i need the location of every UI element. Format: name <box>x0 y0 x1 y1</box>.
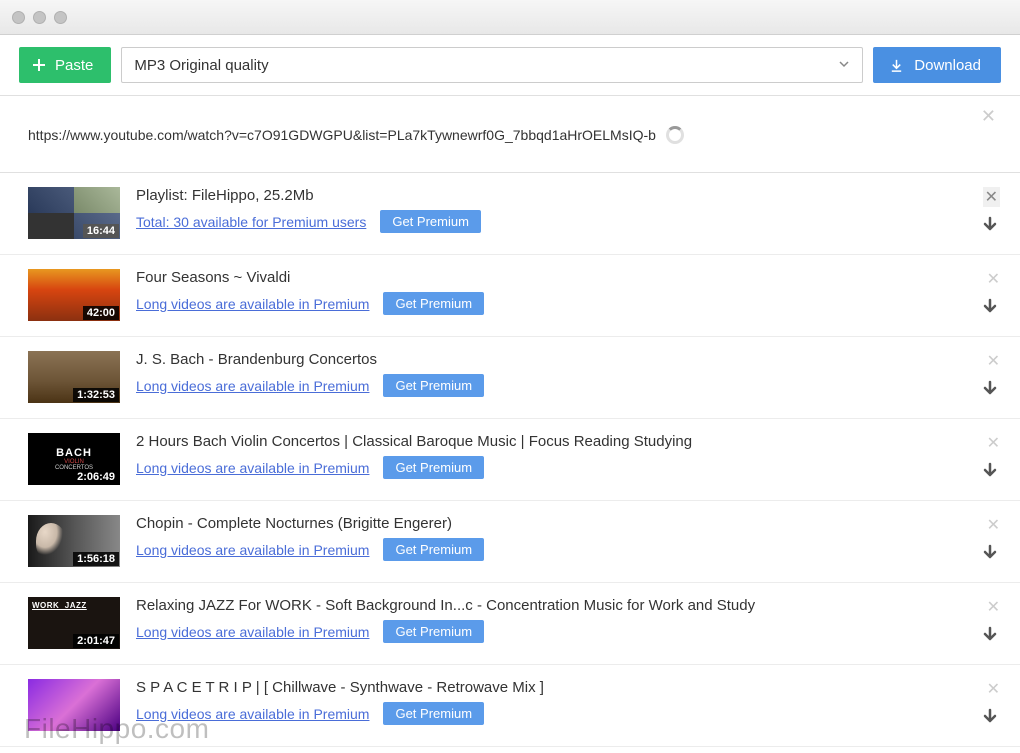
item-actions: ✕ <box>980 515 1000 568</box>
item-actions: ✕ <box>980 679 1000 732</box>
thumbnail-duration: 42:00 <box>83 306 119 320</box>
close-icon[interactable]: ✕ <box>987 269 1000 289</box>
item-actions: ✕ <box>980 433 1000 486</box>
url-close-icon[interactable]: ✕ <box>981 106 996 127</box>
list-item: WORK JAZZ 2:01:47 Relaxing JAZZ For WORK… <box>0 583 1020 665</box>
item-body: Relaxing JAZZ For WORK - Soft Background… <box>136 597 970 643</box>
item-title: 2 Hours Bach Violin Concertos | Classica… <box>136 433 970 450</box>
item-title: Four Seasons ~ Vivaldi <box>136 269 970 286</box>
premium-info-link[interactable]: Long videos are available in Premium <box>136 624 369 640</box>
item-download-icon[interactable] <box>980 297 1000 322</box>
thumbnail[interactable]: 1:32:53 <box>28 351 120 403</box>
thumbnail[interactable]: BACHVIOLINCONCERTOS 2:06:49 <box>28 433 120 485</box>
watermark-text: FileHippo.com <box>24 713 209 745</box>
loading-spinner-icon <box>666 126 684 144</box>
item-download-icon[interactable] <box>980 379 1000 404</box>
item-sub-row: Long videos are available in Premium Get… <box>136 702 970 725</box>
item-download-icon[interactable] <box>980 461 1000 486</box>
zoom-window-icon[interactable] <box>54 11 67 24</box>
close-icon[interactable]: ✕ <box>987 351 1000 371</box>
premium-info-link[interactable]: Long videos are available in Premium <box>136 296 369 312</box>
item-actions: ✕ <box>980 187 1000 240</box>
list-item: 1:32:53 J. S. Bach - Brandenburg Concert… <box>0 337 1020 419</box>
download-icon <box>889 58 904 73</box>
download-button[interactable]: Download <box>873 47 1001 83</box>
get-premium-button[interactable]: Get Premium <box>383 538 484 561</box>
close-icon[interactable]: ✕ <box>987 515 1000 535</box>
item-download-icon[interactable] <box>980 707 1000 732</box>
thumbnail-duration: 16:44 <box>83 224 119 238</box>
item-actions: ✕ <box>980 597 1000 650</box>
item-sub-row: Long videos are available in Premium Get… <box>136 538 970 561</box>
chevron-down-icon <box>838 57 850 74</box>
close-window-icon[interactable] <box>12 11 25 24</box>
quality-select[interactable]: MP3 Original quality <box>121 47 863 83</box>
item-body: Playlist: FileHippo, 25.2Mb Total: 30 av… <box>136 187 970 233</box>
close-icon[interactable]: ✕ <box>983 187 1000 207</box>
thumbnail-duration: 2:01:47 <box>73 634 119 648</box>
thumbnail[interactable]: 42:00 <box>28 269 120 321</box>
item-body: S P A C E T R I P | [ Chillwave - Synthw… <box>136 679 970 725</box>
item-sub-row: Total: 30 available for Premium users Ge… <box>136 210 970 233</box>
get-premium-button[interactable]: Get Premium <box>380 210 481 233</box>
item-download-icon[interactable] <box>980 215 1000 240</box>
item-sub-row: Long videos are available in Premium Get… <box>136 292 970 315</box>
item-body: Four Seasons ~ Vivaldi Long videos are a… <box>136 269 970 315</box>
premium-info-link[interactable]: Long videos are available in Premium <box>136 460 369 476</box>
get-premium-button[interactable]: Get Premium <box>383 292 484 315</box>
item-actions: ✕ <box>980 351 1000 404</box>
list-item: 1:56:18 Chopin - Complete Nocturnes (Bri… <box>0 501 1020 583</box>
paste-button[interactable]: Paste <box>19 47 111 83</box>
paste-button-label: Paste <box>55 57 93 74</box>
close-icon[interactable]: ✕ <box>987 597 1000 617</box>
download-button-label: Download <box>914 57 981 74</box>
get-premium-button[interactable]: Get Premium <box>383 702 484 725</box>
item-title: Chopin - Complete Nocturnes (Brigitte En… <box>136 515 970 532</box>
quality-select-value: MP3 Original quality <box>134 57 268 74</box>
thumbnail-duration: 1:32:53 <box>73 388 119 402</box>
get-premium-button[interactable]: Get Premium <box>383 374 484 397</box>
item-actions: ✕ <box>980 269 1000 322</box>
premium-info-link[interactable]: Long videos are available in Premium <box>136 542 369 558</box>
item-sub-row: Long videos are available in Premium Get… <box>136 374 970 397</box>
item-download-icon[interactable] <box>980 625 1000 650</box>
premium-info-link[interactable]: Long videos are available in Premium <box>136 378 369 394</box>
get-premium-button[interactable]: Get Premium <box>383 620 484 643</box>
thumbnail-duration: 1:56:18 <box>73 552 119 566</box>
item-sub-row: Long videos are available in Premium Get… <box>136 620 970 643</box>
list-item: 42:00 Four Seasons ~ Vivaldi Long videos… <box>0 255 1020 337</box>
item-title: J. S. Bach - Brandenburg Concertos <box>136 351 970 368</box>
close-icon[interactable]: ✕ <box>987 433 1000 453</box>
item-title: Playlist: FileHippo, 25.2Mb <box>136 187 970 204</box>
thumbnail[interactable]: 1:56:18 <box>28 515 120 567</box>
main-toolbar: Paste MP3 Original quality Download <box>0 35 1020 96</box>
get-premium-button[interactable]: Get Premium <box>383 456 484 479</box>
item-download-icon[interactable] <box>980 543 1000 568</box>
thumbnail[interactable]: WORK JAZZ 2:01:47 <box>28 597 120 649</box>
item-body: J. S. Bach - Brandenburg Concertos Long … <box>136 351 970 397</box>
download-list: 16:44 Playlist: FileHippo, 25.2Mb Total:… <box>0 173 1020 747</box>
thumbnail[interactable]: 16:44 <box>28 187 120 239</box>
minimize-window-icon[interactable] <box>33 11 46 24</box>
close-icon[interactable]: ✕ <box>987 679 1000 699</box>
premium-info-link[interactable]: Total: 30 available for Premium users <box>136 214 366 230</box>
plus-icon <box>31 57 47 73</box>
thumbnail-duration: 2:06:49 <box>73 470 119 484</box>
item-title: Relaxing JAZZ For WORK - Soft Background… <box>136 597 970 614</box>
item-title: S P A C E T R I P | [ Chillwave - Synthw… <box>136 679 970 696</box>
list-item: BACHVIOLINCONCERTOS 2:06:49 2 Hours Bach… <box>0 419 1020 501</box>
list-item: 16:44 Playlist: FileHippo, 25.2Mb Total:… <box>0 173 1020 255</box>
item-body: Chopin - Complete Nocturnes (Brigitte En… <box>136 515 970 561</box>
url-bar: https://www.youtube.com/watch?v=c7O91GDW… <box>0 96 1020 173</box>
window-titlebar <box>0 0 1020 35</box>
item-body: 2 Hours Bach Violin Concertos | Classica… <box>136 433 970 479</box>
item-sub-row: Long videos are available in Premium Get… <box>136 456 970 479</box>
url-text: https://www.youtube.com/watch?v=c7O91GDW… <box>28 127 656 143</box>
